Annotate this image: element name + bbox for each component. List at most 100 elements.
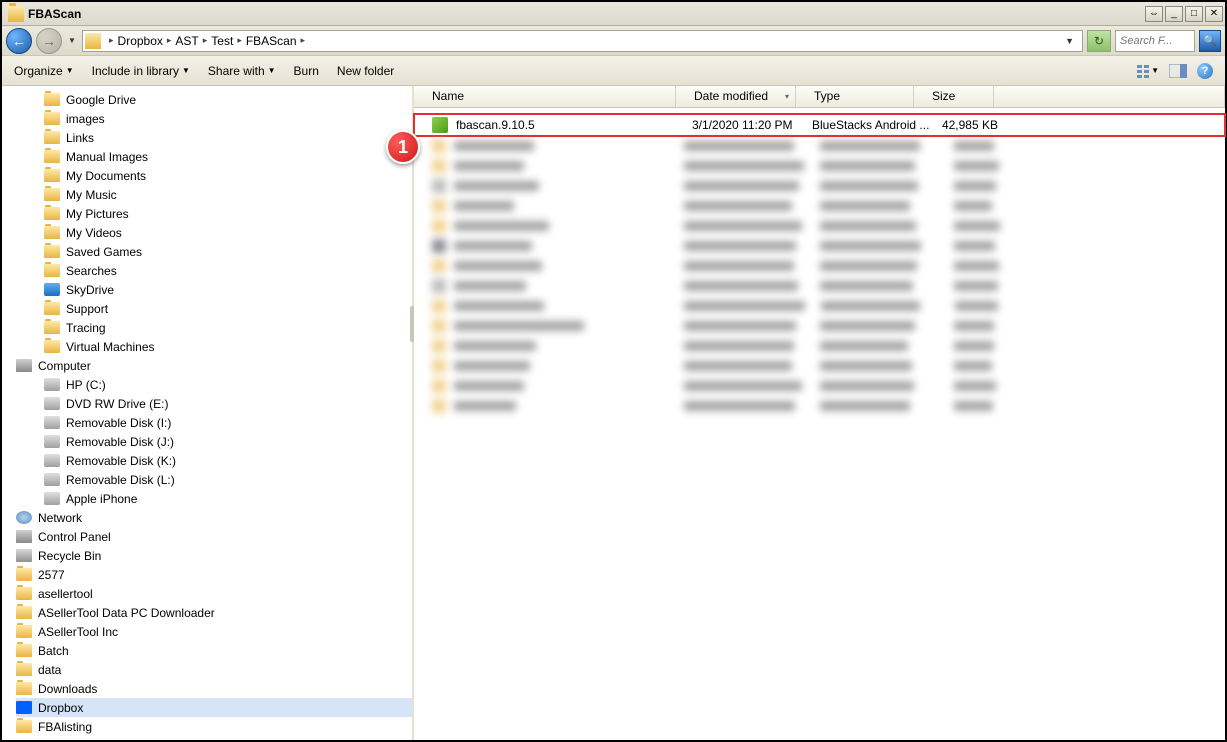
- tree-item-label: Links: [66, 131, 94, 145]
- compat-button[interactable]: ⇔: [1145, 6, 1163, 22]
- col-date[interactable]: Date modified▾: [676, 86, 796, 107]
- tree-item[interactable]: Downloads: [16, 679, 412, 698]
- tree-item[interactable]: data: [16, 660, 412, 679]
- maximize-button[interactable]: □: [1185, 6, 1203, 22]
- tree-item[interactable]: Google Drive: [16, 90, 412, 109]
- tree-item-label: HP (C:): [66, 378, 106, 392]
- col-spacer: [994, 86, 1225, 107]
- tree-item[interactable]: My Videos: [16, 223, 412, 242]
- chevron-right-icon: ▸: [203, 35, 208, 46]
- drive-icon: [44, 454, 60, 467]
- tree-item[interactable]: asellertool: [16, 584, 412, 603]
- breadcrumb-part[interactable]: AST: [175, 34, 198, 48]
- col-size[interactable]: Size: [914, 86, 994, 107]
- tree-item[interactable]: Manual Images: [16, 147, 412, 166]
- tree-item[interactable]: Recycle Bin: [16, 546, 412, 565]
- folder-icon: [44, 226, 60, 239]
- drive-icon: [44, 397, 60, 410]
- organize-button[interactable]: Organize▼: [14, 64, 74, 78]
- search-box[interactable]: [1115, 30, 1195, 52]
- tree-item-label: ASellerTool Inc: [38, 625, 118, 639]
- tree-item[interactable]: DVD RW Drive (E:): [16, 394, 412, 413]
- breadcrumb[interactable]: ▸ Dropbox ▸ AST ▸ Test ▸ FBAScan ▸ ▼: [82, 30, 1083, 52]
- tree-item[interactable]: SkyDrive: [16, 280, 412, 299]
- breadcrumb-part[interactable]: Dropbox: [118, 34, 163, 48]
- tree-item[interactable]: Virtual Machines: [16, 337, 412, 356]
- folder-icon: [16, 625, 32, 638]
- breadcrumb-dropdown[interactable]: ▼: [1059, 36, 1080, 46]
- folder-icon: [44, 169, 60, 182]
- share-with-button[interactable]: Share with▼: [208, 64, 276, 78]
- blurred-row: [414, 156, 1225, 176]
- tree-item-label: Removable Disk (K:): [66, 454, 176, 468]
- breadcrumb-part[interactable]: FBAScan: [246, 34, 297, 48]
- refresh-button[interactable]: ↻: [1087, 30, 1111, 52]
- burn-button[interactable]: Burn: [294, 64, 319, 78]
- help-button[interactable]: ?: [1197, 63, 1213, 79]
- back-button[interactable]: ←: [6, 28, 32, 54]
- history-dropdown[interactable]: ▼: [66, 32, 78, 49]
- tree-item[interactable]: Batch: [16, 641, 412, 660]
- tree-item[interactable]: Apple iPhone: [16, 489, 412, 508]
- window-title: FBAScan: [28, 7, 81, 21]
- view-options-button[interactable]: ▼: [1137, 63, 1159, 79]
- col-type[interactable]: Type: [796, 86, 914, 107]
- tree-item[interactable]: ASellerTool Inc: [16, 622, 412, 641]
- toolbar: Organize▼ Include in library▼ Share with…: [2, 56, 1225, 86]
- tree-item[interactable]: Saved Games: [16, 242, 412, 261]
- search-input[interactable]: [1116, 35, 1176, 47]
- computer-icon: [16, 530, 32, 543]
- tree-item[interactable]: HP (C:): [16, 375, 412, 394]
- blurred-row: [414, 256, 1225, 276]
- tree-item[interactable]: Removable Disk (I:): [16, 413, 412, 432]
- tree-item[interactable]: My Documents: [16, 166, 412, 185]
- tree-item[interactable]: Network: [16, 508, 412, 527]
- tree-item-label: Batch: [38, 644, 69, 658]
- include-library-button[interactable]: Include in library▼: [92, 64, 190, 78]
- network-icon: [16, 511, 32, 524]
- tree-item[interactable]: My Pictures: [16, 204, 412, 223]
- tree-item-label: FBAlisting: [38, 720, 92, 734]
- file-icon: [432, 117, 448, 133]
- column-headers: Name Date modified▾ Type Size: [414, 86, 1225, 108]
- tree-item-label: Tracing: [66, 321, 106, 335]
- tree-item[interactable]: Removable Disk (K:): [16, 451, 412, 470]
- folder-icon: [44, 131, 60, 144]
- folder-icon: [16, 644, 32, 657]
- window-buttons: ⇔ _ □ ✕: [1145, 6, 1223, 22]
- tree-item-label: ASellerTool Data PC Downloader: [38, 606, 215, 620]
- tree-item-label: data: [38, 663, 61, 677]
- blurred-row: [414, 196, 1225, 216]
- folder-icon: [44, 245, 60, 258]
- tree-item[interactable]: Dropbox: [16, 698, 412, 717]
- titlebar: FBAScan ⇔ _ □ ✕: [2, 2, 1225, 26]
- file-row[interactable]: fbascan.9.10.53/1/2020 11:20 PMBlueStack…: [414, 114, 1225, 136]
- tree-item[interactable]: Computer: [16, 356, 412, 375]
- nav-tree: Google Driveimages Links Manual Images My D…: [2, 86, 412, 740]
- minimize-button[interactable]: _: [1165, 6, 1183, 22]
- tree-item-label: My Documents: [66, 169, 146, 183]
- tree-item[interactable]: images: [16, 109, 412, 128]
- tree-item[interactable]: Control Panel: [16, 527, 412, 546]
- tree-item[interactable]: ASellerTool Data PC Downloader: [16, 603, 412, 622]
- tree-item-label: 2577: [38, 568, 65, 582]
- search-button[interactable]: 🔍: [1199, 30, 1221, 52]
- tree-item[interactable]: My Music: [16, 185, 412, 204]
- tree-item[interactable]: Tracing: [16, 318, 412, 337]
- new-folder-button[interactable]: New folder: [337, 64, 394, 78]
- preview-pane-button[interactable]: [1167, 63, 1189, 79]
- folder-icon: [44, 302, 60, 315]
- computer-icon: [16, 359, 32, 372]
- tree-item[interactable]: Searches: [16, 261, 412, 280]
- breadcrumb-part[interactable]: Test: [211, 34, 233, 48]
- folder-icon: [16, 682, 32, 695]
- col-name[interactable]: Name: [414, 86, 676, 107]
- close-button[interactable]: ✕: [1205, 6, 1223, 22]
- tree-item[interactable]: 2577: [16, 565, 412, 584]
- tree-item-label: My Music: [66, 188, 117, 202]
- tree-item[interactable]: Links: [16, 128, 412, 147]
- tree-item[interactable]: Support: [16, 299, 412, 318]
- tree-item[interactable]: Removable Disk (L:): [16, 470, 412, 489]
- tree-item[interactable]: FBAlisting: [16, 717, 412, 736]
- tree-item[interactable]: Removable Disk (J:): [16, 432, 412, 451]
